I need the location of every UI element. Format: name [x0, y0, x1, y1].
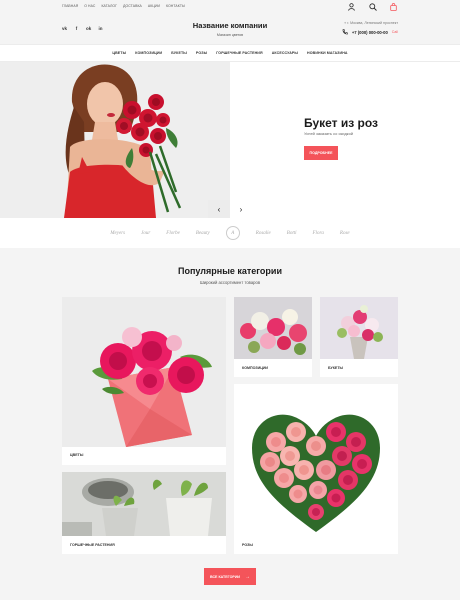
main-nav-compositions[interactable]: Композиции [135, 51, 162, 55]
brand-logo[interactable]: Botti [287, 231, 297, 236]
brand-logo[interactable]: Rose [340, 231, 350, 236]
call-link[interactable]: Call [392, 30, 398, 34]
main-nav: Цветы Композиции Букеты Розы Горшечные р… [0, 44, 460, 62]
top-nav-contacts[interactable]: Контакты [166, 4, 185, 8]
category-image [62, 472, 226, 536]
category-card-compositions[interactable]: Композиции [234, 297, 312, 377]
hero-image [0, 62, 230, 218]
category-image [62, 297, 226, 447]
brand-logo[interactable]: Flora [313, 231, 324, 236]
category-card-flowers[interactable]: Цветы [62, 297, 226, 465]
all-categories-label: Все категории [210, 574, 240, 579]
top-nav-promo[interactable]: Акции [148, 4, 160, 8]
site-header: vk f ok in Название компании Магазин цве… [0, 14, 460, 44]
top-nav-about[interactable]: О нас [84, 4, 95, 8]
user-icon[interactable] [347, 2, 356, 11]
category-card-roses[interactable]: Розы [234, 384, 398, 554]
brand-logo[interactable]: Beauty [196, 231, 210, 236]
brand-logo[interactable]: Jour [141, 231, 150, 236]
main-nav-flowers[interactable]: Цветы [112, 51, 126, 55]
hero-slider-controls: ‹ › [208, 200, 252, 218]
brand-logo[interactable]: Rosalie [256, 231, 271, 236]
hero-subtitle: Успей заказать со скидкой [304, 131, 354, 136]
main-nav-roses[interactable]: Розы [196, 51, 207, 55]
arrow-right-icon: → [245, 573, 250, 580]
top-nav-delivery[interactable]: Доставка [123, 4, 142, 8]
category-label: Розы [242, 543, 253, 547]
address: ⌖ г. Москва, Ленинский проспект [344, 21, 398, 25]
category-card-potted-plants[interactable]: Горшечные растения [62, 472, 226, 554]
contact-block: ⌖ г. Москва, Ленинский проспект +7 (000)… [342, 21, 398, 35]
hero-details-button[interactable]: Подробнее [304, 146, 338, 160]
hero-title: Букет из роз [304, 116, 379, 130]
slider-next-button[interactable]: › [230, 200, 252, 218]
category-image [320, 297, 398, 359]
category-label: Композиции [242, 366, 268, 370]
main-nav-new-arrivals[interactable]: Новинки магазина [307, 51, 348, 55]
slider-prev-button[interactable]: ‹ [208, 200, 230, 218]
search-icon[interactable] [368, 2, 377, 11]
phone-icon [342, 29, 348, 35]
main-nav-bouquets[interactable]: Букеты [171, 51, 187, 55]
phone-number[interactable]: +7 (000) 000-00-00 [352, 30, 388, 35]
top-nav: Главная О нас Каталог Доставка Акции Кон… [62, 4, 185, 8]
categories-title: Популярные категории [178, 266, 282, 276]
main-nav-accessories[interactable]: Аксессуары [272, 51, 298, 55]
main-nav-potted-plants[interactable]: Горшечные растения [216, 51, 262, 55]
category-label: Букеты [328, 366, 344, 370]
category-image [234, 297, 312, 359]
category-label: Горшечные растения [70, 543, 115, 547]
brand-logo[interactable]: Meyers [110, 231, 125, 236]
cart-icon[interactable] [389, 2, 398, 11]
hero-banner: Букет из роз Успей заказать со скидкой П… [0, 62, 460, 218]
category-image [234, 384, 398, 536]
brand-logo[interactable]: Florbe [166, 231, 180, 236]
top-icons [347, 2, 398, 11]
brand-logo[interactable]: A [225, 226, 240, 240]
all-categories-button[interactable]: Все категории → [204, 568, 256, 585]
category-label: Цветы [70, 453, 84, 457]
brand-logos: Meyers Jour Florbe Beauty A Rosalie Bott… [0, 218, 460, 248]
top-nav-home[interactable]: Главная [62, 4, 78, 8]
top-nav-catalog[interactable]: Каталог [101, 4, 117, 8]
category-card-bouquets[interactable]: Букеты [320, 297, 398, 377]
categories-subtitle: Широкий ассортимент товаров [199, 280, 261, 285]
top-bar: Главная О нас Каталог Доставка Акции Кон… [0, 0, 460, 14]
